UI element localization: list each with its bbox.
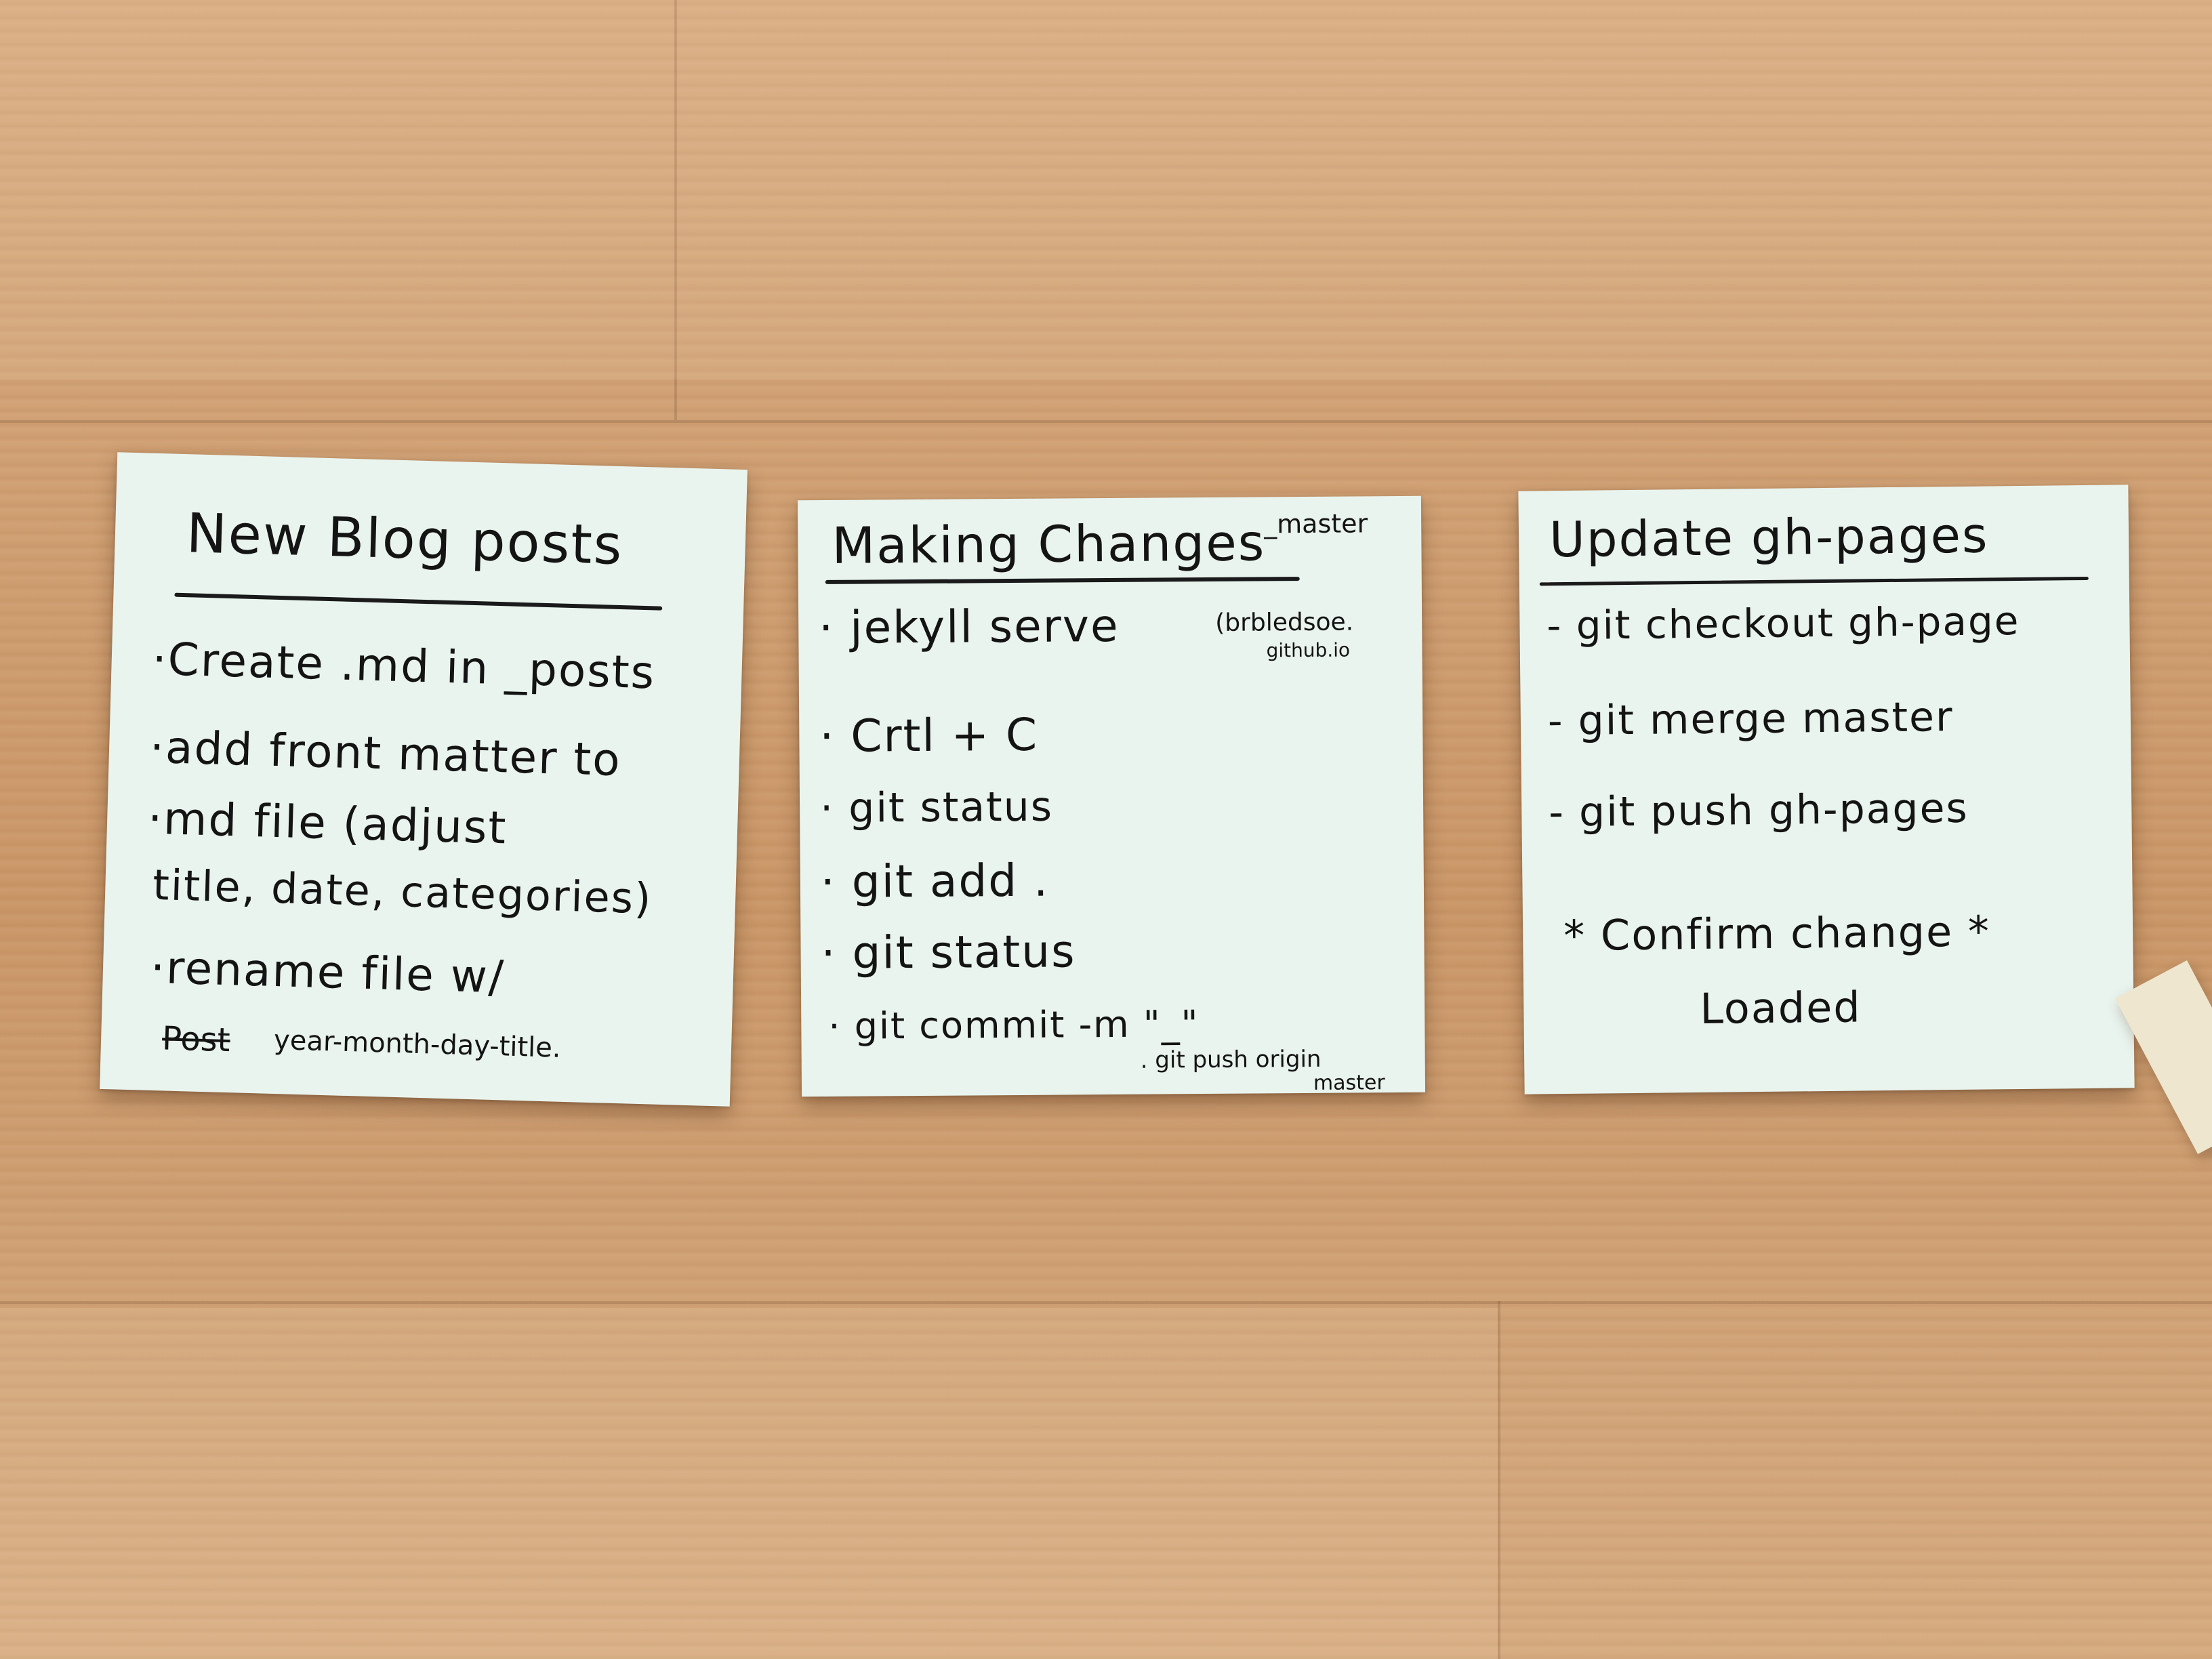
desk-seam <box>0 420 2212 423</box>
note-footer: Loaded <box>1699 982 1862 1033</box>
sticky-note-update-gh-pages: Update gh-pages - git checkout gh-page -… <box>1518 485 2135 1094</box>
note-line: - git push gh-pages <box>1548 784 1969 837</box>
note-line: - git merge master <box>1547 693 1954 745</box>
sticky-note-new-blog-posts: New Blog posts ·Create .md in _posts ·ad… <box>100 452 747 1107</box>
title-note: _master <box>1264 508 1368 539</box>
note-title: Update gh-pages <box>1549 506 1989 569</box>
note-line: year-month-day-title. <box>273 1024 562 1064</box>
desk-highlight <box>0 0 2212 380</box>
note-title: Making Changes <box>832 514 1266 575</box>
note-line: - git checkout gh-page <box>1547 597 2020 649</box>
note-title: New Blog posts <box>185 501 624 577</box>
note-line: ·rename file w/ <box>150 941 506 1004</box>
title-underline <box>1539 576 2089 586</box>
title-underline <box>174 592 663 611</box>
note-line: · git status <box>821 925 1076 979</box>
sticky-note-making-changes: Making Changes _master · jekyll serve (b… <box>797 495 1426 1097</box>
side-note: (brbledsoe. <box>1215 608 1354 637</box>
note-line: · Crtl + C <box>819 708 1039 763</box>
note-line: ·Create .md in _posts <box>151 632 657 699</box>
note-line: ·md file (adjust <box>147 792 508 855</box>
note-line: · git commit -m "_" <box>828 1002 1200 1048</box>
note-footer: * Confirm change * <box>1563 906 1991 961</box>
crossed-out-word: Post <box>161 1019 231 1060</box>
desk-seam <box>0 1301 2212 1304</box>
push-note: master <box>1313 1071 1385 1095</box>
push-note: . git push origin <box>1140 1045 1322 1074</box>
note-line: title, date, categories) <box>152 859 653 924</box>
title-underline <box>825 577 1300 584</box>
side-note: github.io <box>1266 638 1351 662</box>
note-line: · git status <box>819 783 1054 833</box>
note-line: ·add front matter to <box>149 720 622 787</box>
desk-seam <box>1498 1301 1500 1659</box>
note-line: · jekyll serve <box>818 599 1120 655</box>
note-line: · git add . <box>820 854 1050 908</box>
desk-highlight <box>0 1308 1498 1659</box>
